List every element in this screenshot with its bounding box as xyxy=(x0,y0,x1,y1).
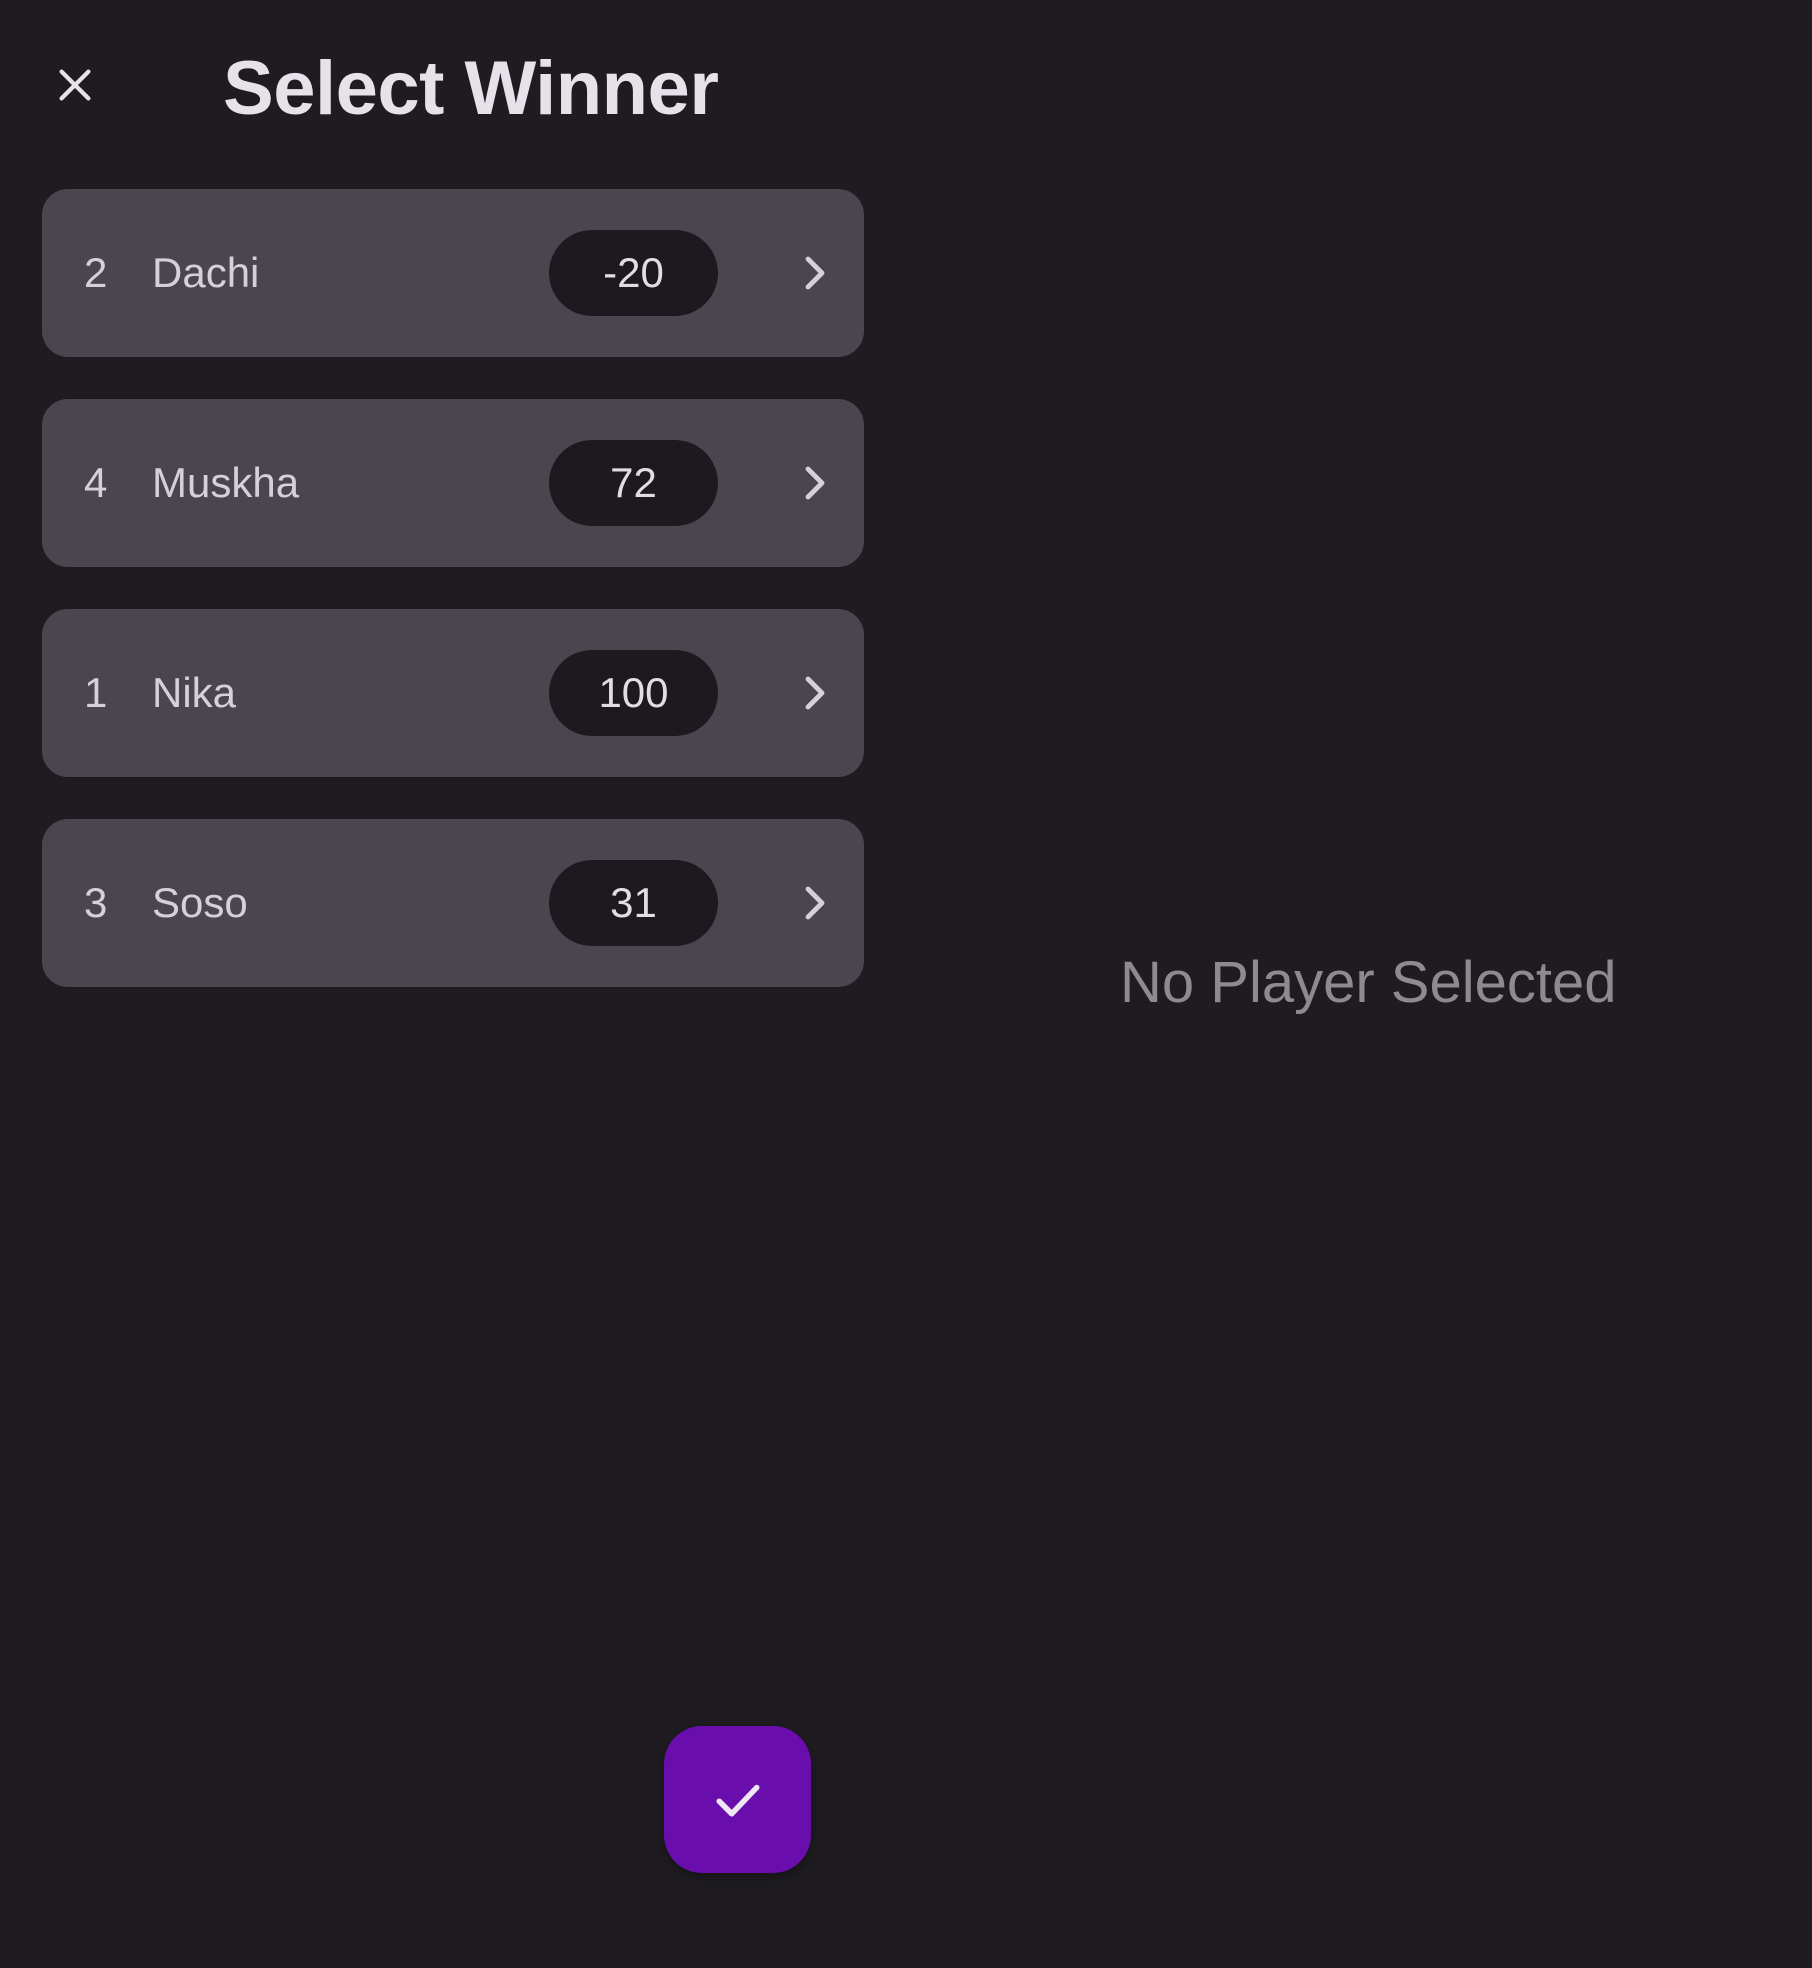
player-card-nika[interactable]: 1 Nika 100 xyxy=(42,609,864,777)
player-card-muskha[interactable]: 4 Muskha 72 xyxy=(42,399,864,567)
player-name: Nika xyxy=(152,669,237,716)
close-icon xyxy=(59,69,91,101)
player-card-soso[interactable]: 3 Soso 31 xyxy=(42,819,864,987)
page-title: Select Winner xyxy=(223,46,719,131)
empty-state-text: No Player Selected xyxy=(1120,950,1617,1015)
chevron-right-icon xyxy=(805,466,825,500)
player-name: Soso xyxy=(152,879,248,926)
select-winner-screen: Select Winner 2 Dachi -20 4 Muskha 72 1 … xyxy=(0,0,1812,1968)
player-list: 2 Dachi -20 4 Muskha 72 1 Nika 100 3 Sos… xyxy=(42,189,864,1029)
player-name: Muskha xyxy=(152,459,300,506)
player-rank: 2 xyxy=(84,249,108,296)
player-card-dachi[interactable]: 2 Dachi -20 xyxy=(42,189,864,357)
chevron-right-icon xyxy=(805,676,825,710)
chevron-right-icon xyxy=(805,256,825,290)
player-rank: 3 xyxy=(84,879,108,926)
confirm-button[interactable] xyxy=(664,1726,811,1873)
chevron-right-icon xyxy=(805,886,825,920)
player-score-badge: 72 xyxy=(549,440,718,526)
close-button[interactable] xyxy=(44,54,106,116)
player-score-badge: 100 xyxy=(549,650,718,736)
player-name: Dachi xyxy=(152,249,260,296)
player-rank: 1 xyxy=(84,669,108,716)
player-score-badge: -20 xyxy=(549,230,718,316)
player-score-badge: 31 xyxy=(549,860,718,946)
player-rank: 4 xyxy=(84,459,108,506)
check-icon xyxy=(716,1784,759,1816)
